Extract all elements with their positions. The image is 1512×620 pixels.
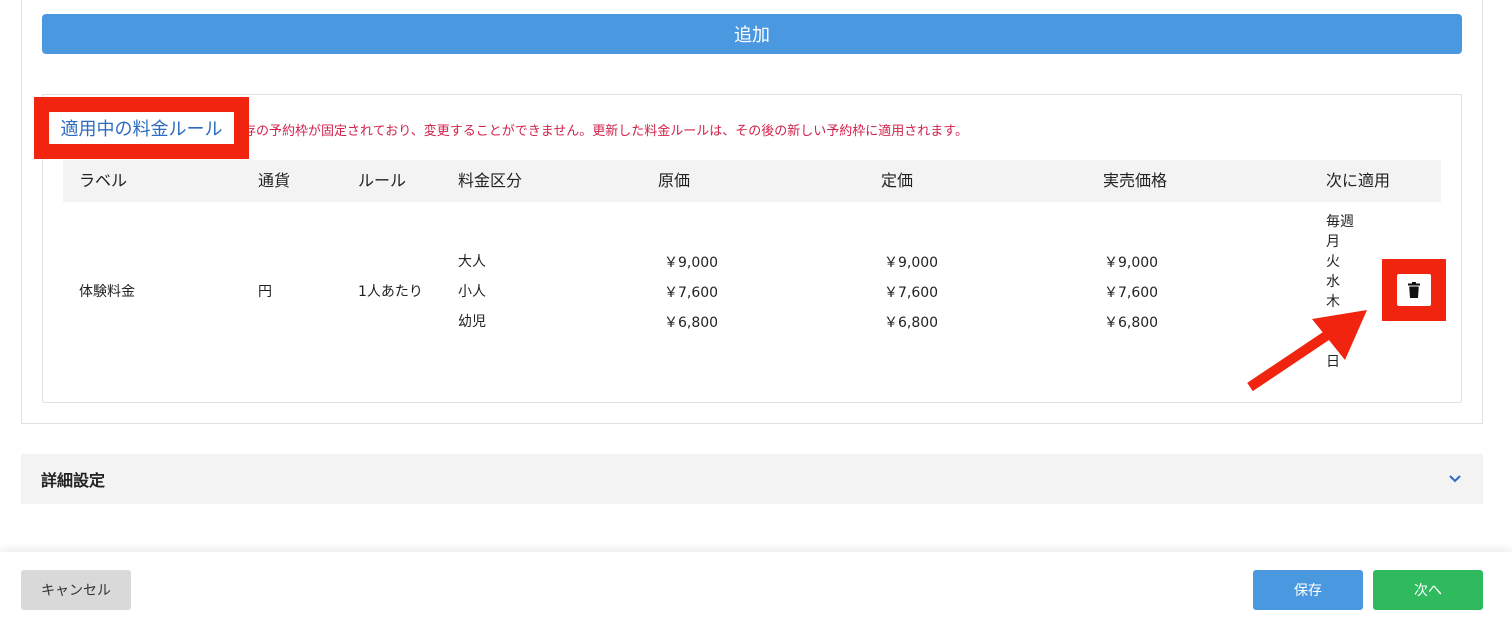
column-header-cost: 原価 (658, 171, 691, 190)
detail-settings-accordion[interactable]: 詳細設定 (21, 454, 1483, 504)
cancel-button[interactable]: キャンセル (21, 570, 131, 610)
category-infant: 幼児 (458, 314, 486, 330)
row-sale-price: ￥9,000 ￥7,600 ￥6,800 (1104, 254, 1158, 344)
column-header-currency: 通貨 (258, 171, 291, 190)
section-title: 適用中の料金ルール (49, 112, 234, 144)
cost-infant: ￥6,800 (664, 315, 719, 331)
add-button[interactable]: 追加 (42, 14, 1462, 54)
column-header-label: ラベル (79, 171, 128, 190)
row-currency: 円 (258, 284, 272, 300)
column-header-category: 料金区分 (458, 171, 523, 190)
day-mon: 月 (1326, 234, 1340, 250)
day-weekly: 毎週 (1326, 214, 1354, 230)
trash-icon (1408, 282, 1420, 298)
row-rule: 1人あたり (358, 284, 423, 300)
row-cost: ￥9,000 ￥7,600 ￥6,800 (664, 254, 718, 344)
sale-price-adult: ￥9,000 (1104, 255, 1159, 271)
row-categories: 大人 小人 幼児 (458, 253, 486, 343)
column-header-list-price: 定価 (881, 171, 914, 190)
cost-adult: ￥9,000 (664, 255, 719, 271)
notice-text: 存の予約枠が固定されており、変更することができません。更新した料金ルールは、その… (243, 124, 969, 139)
category-adult: 大人 (458, 254, 486, 270)
column-header-sale-price: 実売価格 (1103, 171, 1168, 190)
row-list-price: ￥9,000 ￥7,600 ￥6,800 (884, 254, 938, 344)
chevron-down-icon (1449, 475, 1461, 483)
detail-settings-label: 詳細設定 (41, 471, 106, 490)
annotation-arrow (1247, 310, 1367, 392)
column-header-apply-next: 次に適用 (1326, 171, 1391, 190)
day-tue: 火 (1326, 254, 1340, 270)
table-header: ラベル 通貨 ルール 料金区分 原価 定価 実売価格 次に適用 (63, 160, 1441, 202)
list-price-child: ￥7,600 (884, 285, 939, 301)
column-header-rule: ルール (358, 171, 407, 190)
save-button[interactable]: 保存 (1253, 570, 1363, 610)
delete-button[interactable] (1397, 274, 1431, 306)
category-child: 小人 (458, 284, 486, 300)
sale-price-child: ￥7,600 (1104, 285, 1159, 301)
sale-price-infant: ￥6,800 (1104, 315, 1159, 331)
next-button[interactable]: 次へ (1373, 570, 1483, 610)
cost-child: ￥7,600 (664, 285, 719, 301)
day-wed: 水 (1326, 274, 1340, 290)
list-price-adult: ￥9,000 (884, 255, 939, 271)
row-label: 体験料金 (79, 284, 135, 300)
footer-bar: キャンセル 保存 次へ (0, 552, 1512, 620)
list-price-infant: ￥6,800 (884, 315, 939, 331)
